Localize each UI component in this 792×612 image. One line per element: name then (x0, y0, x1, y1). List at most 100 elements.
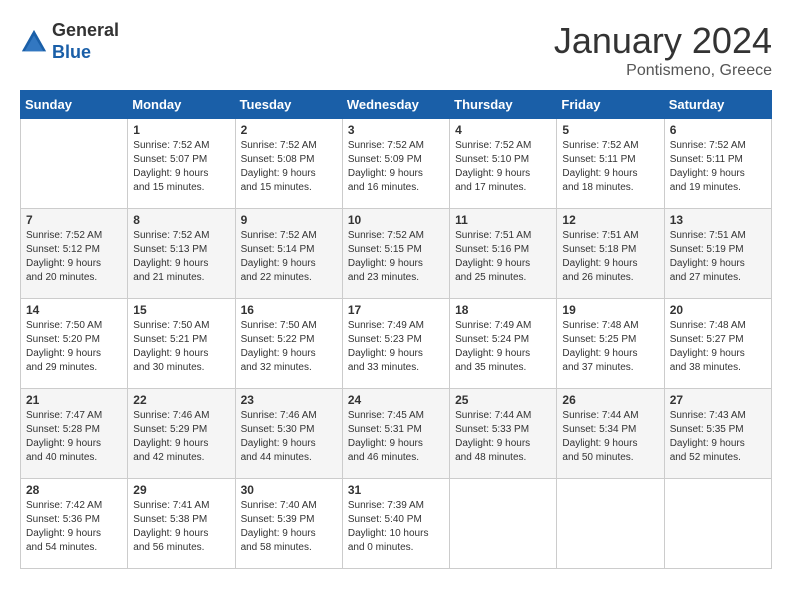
day-number: 19 (562, 303, 658, 317)
day-info: Sunrise: 7:50 AM Sunset: 5:20 PM Dayligh… (26, 319, 122, 375)
title-block: January 2024 Pontismeno, Greece (554, 20, 772, 80)
day-info: Sunrise: 7:43 AM Sunset: 5:35 PM Dayligh… (670, 409, 766, 465)
calendar-cell: 11 Sunrise: 7:51 AM Sunset: 5:16 PM Dayli… (450, 209, 557, 299)
calendar-cell: 31 Sunrise: 7:39 AM Sunset: 5:40 PM Dayli… (342, 479, 449, 569)
calendar-cell: 4Sunrise: 7:52 AM Sunset: 5:10 PM Daylig… (450, 119, 557, 209)
day-info: Sunrise: 7:52 AM Sunset: 5:09 PM Dayligh… (348, 139, 444, 195)
calendar-cell: 15 Sunrise: 7:50 AM Sunset: 5:21 PM Dayli… (128, 299, 235, 389)
calendar-cell: 26 Sunrise: 7:44 AM Sunset: 5:34 PM Dayli… (557, 389, 664, 479)
day-info: Sunrise: 7:40 AM Sunset: 5:39 PM Dayligh… (241, 499, 337, 555)
day-number: 15 (133, 303, 229, 317)
day-number: 22 (133, 393, 229, 407)
page-header: General Blue January 2024 Pontismeno, Gr… (20, 20, 772, 80)
weekday-header: Saturday (664, 91, 771, 119)
day-number: 21 (26, 393, 122, 407)
day-number: 8 (133, 213, 229, 227)
day-number: 6 (670, 123, 766, 137)
calendar-cell: 19 Sunrise: 7:48 AM Sunset: 5:25 PM Dayli… (557, 299, 664, 389)
weekday-header: Friday (557, 91, 664, 119)
day-info: Sunrise: 7:48 AM Sunset: 5:27 PM Dayligh… (670, 319, 766, 375)
logo-general-text: General (52, 20, 119, 40)
day-info: Sunrise: 7:44 AM Sunset: 5:34 PM Dayligh… (562, 409, 658, 465)
calendar-cell: 21 Sunrise: 7:47 AM Sunset: 5:28 PM Dayli… (21, 389, 128, 479)
calendar-cell: 18 Sunrise: 7:49 AM Sunset: 5:24 PM Dayli… (450, 299, 557, 389)
day-info: Sunrise: 7:50 AM Sunset: 5:21 PM Dayligh… (133, 319, 229, 375)
calendar-cell: 22 Sunrise: 7:46 AM Sunset: 5:29 PM Dayli… (128, 389, 235, 479)
day-info: Sunrise: 7:49 AM Sunset: 5:24 PM Dayligh… (455, 319, 551, 375)
day-info: Sunrise: 7:46 AM Sunset: 5:29 PM Dayligh… (133, 409, 229, 465)
calendar-cell: 9 Sunrise: 7:52 AM Sunset: 5:14 PM Daylig… (235, 209, 342, 299)
month-title: January 2024 (554, 20, 772, 62)
calendar-cell (557, 479, 664, 569)
day-number: 20 (670, 303, 766, 317)
location-subtitle: Pontismeno, Greece (554, 62, 772, 80)
calendar-cell: 17Sunrise: 7:49 AM Sunset: 5:23 PM Dayli… (342, 299, 449, 389)
day-number: 26 (562, 393, 658, 407)
calendar-cell: 1 Sunrise: 7:52 AM Sunset: 5:07 PM Daylig… (128, 119, 235, 209)
day-number: 3 (348, 123, 444, 137)
calendar-cell: 16Sunrise: 7:50 AM Sunset: 5:22 PM Dayli… (235, 299, 342, 389)
day-info: Sunrise: 7:48 AM Sunset: 5:25 PM Dayligh… (562, 319, 658, 375)
calendar-cell: 12Sunrise: 7:51 AM Sunset: 5:18 PM Dayli… (557, 209, 664, 299)
calendar-week-row: 7Sunrise: 7:52 AM Sunset: 5:12 PM Daylig… (21, 209, 772, 299)
day-number: 5 (562, 123, 658, 137)
calendar-cell: 23 Sunrise: 7:46 AM Sunset: 5:30 PM Dayli… (235, 389, 342, 479)
logo-icon (20, 28, 48, 56)
day-info: Sunrise: 7:46 AM Sunset: 5:30 PM Dayligh… (241, 409, 337, 465)
day-number: 29 (133, 483, 229, 497)
header-row: SundayMondayTuesdayWednesdayThursdayFrid… (21, 91, 772, 119)
day-number: 11 (455, 213, 551, 227)
calendar-cell: 14 Sunrise: 7:50 AM Sunset: 5:20 PM Dayli… (21, 299, 128, 389)
day-number: 14 (26, 303, 122, 317)
day-info: Sunrise: 7:51 AM Sunset: 5:18 PM Dayligh… (562, 229, 658, 285)
calendar-cell: 25Sunrise: 7:44 AM Sunset: 5:33 PM Dayli… (450, 389, 557, 479)
calendar-cell: 13 Sunrise: 7:51 AM Sunset: 5:19 PM Dayli… (664, 209, 771, 299)
day-number: 10 (348, 213, 444, 227)
day-info: Sunrise: 7:52 AM Sunset: 5:15 PM Dayligh… (348, 229, 444, 285)
calendar-week-row: 28Sunrise: 7:42 AM Sunset: 5:36 PM Dayli… (21, 479, 772, 569)
calendar-table: SundayMondayTuesdayWednesdayThursdayFrid… (20, 90, 772, 569)
day-number: 1 (133, 123, 229, 137)
calendar-cell (21, 119, 128, 209)
day-number: 30 (241, 483, 337, 497)
day-info: Sunrise: 7:51 AM Sunset: 5:19 PM Dayligh… (670, 229, 766, 285)
calendar-cell: 6Sunrise: 7:52 AM Sunset: 5:11 PM Daylig… (664, 119, 771, 209)
calendar-cell: 27 Sunrise: 7:43 AM Sunset: 5:35 PM Dayli… (664, 389, 771, 479)
calendar-week-row: 14 Sunrise: 7:50 AM Sunset: 5:20 PM Dayli… (21, 299, 772, 389)
calendar-week-row: 1 Sunrise: 7:52 AM Sunset: 5:07 PM Daylig… (21, 119, 772, 209)
day-number: 18 (455, 303, 551, 317)
logo-blue-text: Blue (52, 42, 91, 62)
calendar-cell: 30 Sunrise: 7:40 AM Sunset: 5:39 PM Dayli… (235, 479, 342, 569)
day-info: Sunrise: 7:52 AM Sunset: 5:11 PM Dayligh… (562, 139, 658, 195)
day-number: 13 (670, 213, 766, 227)
day-info: Sunrise: 7:50 AM Sunset: 5:22 PM Dayligh… (241, 319, 337, 375)
day-number: 23 (241, 393, 337, 407)
calendar-cell: 8 Sunrise: 7:52 AM Sunset: 5:13 PM Daylig… (128, 209, 235, 299)
calendar-cell: 5 Sunrise: 7:52 AM Sunset: 5:11 PM Daylig… (557, 119, 664, 209)
day-info: Sunrise: 7:52 AM Sunset: 5:13 PM Dayligh… (133, 229, 229, 285)
day-info: Sunrise: 7:52 AM Sunset: 5:07 PM Dayligh… (133, 139, 229, 195)
calendar-cell: 7Sunrise: 7:52 AM Sunset: 5:12 PM Daylig… (21, 209, 128, 299)
day-number: 31 (348, 483, 444, 497)
day-number: 9 (241, 213, 337, 227)
day-info: Sunrise: 7:44 AM Sunset: 5:33 PM Dayligh… (455, 409, 551, 465)
weekday-header: Wednesday (342, 91, 449, 119)
day-info: Sunrise: 7:45 AM Sunset: 5:31 PM Dayligh… (348, 409, 444, 465)
day-info: Sunrise: 7:51 AM Sunset: 5:16 PM Dayligh… (455, 229, 551, 285)
calendar-cell (664, 479, 771, 569)
day-info: Sunrise: 7:47 AM Sunset: 5:28 PM Dayligh… (26, 409, 122, 465)
day-info: Sunrise: 7:39 AM Sunset: 5:40 PM Dayligh… (348, 499, 444, 555)
logo: General Blue (20, 20, 119, 63)
day-number: 4 (455, 123, 551, 137)
day-info: Sunrise: 7:41 AM Sunset: 5:38 PM Dayligh… (133, 499, 229, 555)
calendar-cell: 10 Sunrise: 7:52 AM Sunset: 5:15 PM Dayli… (342, 209, 449, 299)
weekday-header: Sunday (21, 91, 128, 119)
day-number: 27 (670, 393, 766, 407)
weekday-header: Tuesday (235, 91, 342, 119)
day-info: Sunrise: 7:52 AM Sunset: 5:14 PM Dayligh… (241, 229, 337, 285)
day-info: Sunrise: 7:52 AM Sunset: 5:08 PM Dayligh… (241, 139, 337, 195)
weekday-header: Thursday (450, 91, 557, 119)
day-info: Sunrise: 7:52 AM Sunset: 5:12 PM Dayligh… (26, 229, 122, 285)
weekday-header: Monday (128, 91, 235, 119)
calendar-cell: 24Sunrise: 7:45 AM Sunset: 5:31 PM Dayli… (342, 389, 449, 479)
